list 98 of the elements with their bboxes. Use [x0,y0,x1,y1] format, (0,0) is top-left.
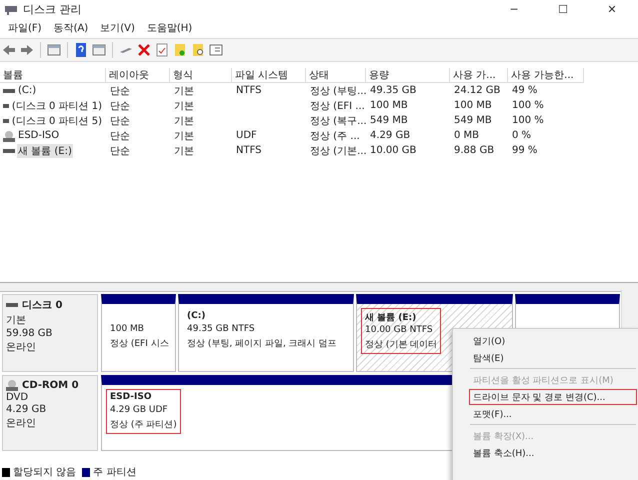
partition-name: (C:) [187,311,206,323]
table-cell: 49.35 GB [369,85,418,96]
volume-name[interactable]: 새 볼륨 (E:) [17,144,73,158]
partition-info: 정상 (주 파티션) [110,419,177,431]
minimize-button[interactable]: ─ [492,0,536,18]
disk-name: CD-ROM 0 [6,379,94,391]
table-cell-text: 정상 (복구... [309,114,368,128]
legend-label: 할당되지 않음 [13,466,76,479]
table-cell: 9.88 GB [453,145,496,156]
legend-label: 주 파티션 [93,466,136,479]
table-cell: UDF [235,130,258,141]
disk-info: DVD [6,392,30,403]
partition-info: 4.29 GB UDF [110,405,169,417]
partition-info: 100 MB [110,324,145,336]
drive-icon [3,118,9,124]
new-folder-icon[interactable] [173,43,187,57]
partition-block[interactable]: 100 MB 정상 (EFI 시스 [101,294,176,372]
table-cell-text: 기본 [173,84,195,98]
table-cell-text: 정상 (부팅... [309,84,368,98]
window-title: 디스크 관리 [23,2,82,16]
volume-name[interactable]: (C:) [17,85,38,96]
drive-icon [3,148,15,154]
disk-info: 온라인 [6,341,37,354]
disk-info: 4.29 GB [6,404,48,415]
forward-icon[interactable] [20,43,34,57]
table-cell: 49 % [511,85,538,96]
drive-icon [3,88,15,94]
column-header[interactable]: 용량 [366,68,450,83]
cd-drive-icon [3,130,15,142]
checklist-icon[interactable] [155,43,169,57]
table-cell: 100 % [511,100,545,111]
drive-icon [6,302,18,308]
table-cell-text: 정상 (기본... [309,144,368,158]
disk-management-icon [4,3,18,15]
table-cell: 100 MB [453,100,493,111]
table-cell: 0 % [511,130,532,141]
partition-info: 정상 (EFI 시스 [110,338,169,350]
table-cell: 549 MB [453,115,493,126]
column-header[interactable]: 사용 가... [450,68,508,83]
close-button[interactable]: ✕ [590,0,634,18]
menu-item[interactable]: 보기(V) [94,21,141,35]
cd-drive-icon [6,379,18,391]
table-cell-text: 정상 (EFI ... [309,100,366,112]
search-icon[interactable] [191,43,205,57]
table-cell-text: 단순 [109,130,131,142]
table-cell-text: 기본 [173,114,195,128]
back-icon[interactable] [2,43,16,57]
maximize-button[interactable]: ☐ [541,0,585,18]
table-cell-text: 기본 [173,100,195,112]
delete-icon[interactable] [137,43,151,57]
table-cell-text: 정상 (주 ... [309,130,361,142]
table-cell: 100 % [511,115,545,126]
disk-label-panel[interactable]: 디스크 0 기본 59.98 GB 온라인 [2,294,98,372]
column-header[interactable]: 볼륨 [0,68,106,83]
properties-icon[interactable] [209,43,223,57]
table-cell-text: 단순 [109,100,131,112]
table-cell: 99 % [511,145,538,156]
table-cell: 100 MB [369,100,409,111]
table-cell: NTFS [235,145,263,156]
partition-info: 10.00 GB NTFS [365,325,434,337]
disk-info: 59.98 GB [6,328,54,339]
menu-item[interactable]: 드라이브 문자 및 경로 변경(C)... [469,389,637,405]
partition-block[interactable]: (C:) 49.35 GB NTFS 정상 (부팅, 페이지 파일, 크래시 덤프 [178,294,354,372]
column-header[interactable]: 레이아웃 [106,68,170,83]
volume-name[interactable]: (디스크 0 파티션 1) [10,98,103,112]
table-cell-text: 기본 [173,130,195,142]
menu-item[interactable]: 파일(F) [2,21,48,35]
table-cell: 549 MB [369,115,409,126]
table-cell-text: 단순 [109,84,131,98]
partition-name: ESD-ISO [110,392,152,404]
disk-info: 기본 [6,314,27,327]
disk-label-panel[interactable]: CD-ROM 0 DVD 4.29 GB 온라인 [2,375,98,451]
table-cell-text: 단순 [109,144,131,158]
column-header[interactable]: 상태 [306,68,366,83]
partition-info: 49.35 GB NTFS [187,324,256,336]
menu-item[interactable]: 동작(A) [48,21,94,35]
partition-info: 정상 (부팅, 페이지 파일, 크래시 덤프 [187,338,337,350]
disk-info: 온라인 [6,417,37,430]
disk-name: 디스크 0 [6,298,94,312]
partition-name: 새 볼륨 (E:) [365,312,418,324]
panel-icon[interactable] [47,43,61,57]
help-icon[interactable] [74,43,88,57]
table-cell: 4.29 GB [369,130,412,141]
column-header[interactable]: 사용 가능한... [508,68,584,83]
table-cell: 0 MB [453,130,480,141]
volume-name[interactable]: (디스크 0 파티션 5) [10,114,103,128]
table-cell: 10.00 GB [369,145,418,156]
partition-info: 정상 (기본 데이터 [365,339,438,351]
volume-name[interactable]: ESD-ISO [17,130,60,141]
column-header[interactable]: 형식 [170,68,232,83]
column-header[interactable]: 파일 시스템 [232,68,306,83]
drive-icon [3,102,9,108]
table-cell: NTFS [235,85,263,96]
table-cell-text: 기본 [173,144,195,158]
panel-icon[interactable] [92,43,106,57]
table-cell: 24.12 GB [453,85,502,96]
table-cell-text: 단순 [109,114,131,128]
menu-item[interactable]: 도움말(H) [140,21,198,35]
